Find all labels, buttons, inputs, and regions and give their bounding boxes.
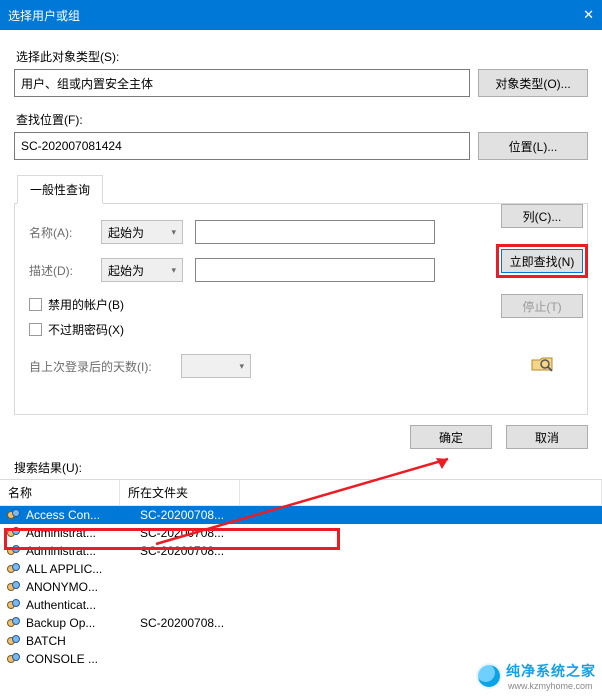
location-field: SC-202007081424 (14, 132, 470, 160)
name-op-select[interactable]: 起始为▾ (101, 220, 183, 244)
find-now-button[interactable]: 立即查找(N) (501, 249, 583, 273)
cell-name: Access Con... (24, 508, 138, 522)
location-label: 查找位置(F): (16, 111, 588, 128)
highlight-find-now: 立即查找(N) (496, 244, 588, 278)
user-group-icon (6, 562, 22, 576)
user-group-icon (6, 634, 22, 648)
cell-name: CONSOLE ... (24, 652, 138, 666)
table-row[interactable]: Backup Op...SC-20200708... (0, 614, 602, 632)
name-input[interactable] (195, 220, 435, 244)
user-group-icon (6, 508, 22, 522)
location-value: SC-202007081424 (21, 139, 122, 153)
checkbox-icon (29, 323, 42, 336)
col-spacer (240, 480, 602, 506)
chevron-down-icon: ▾ (239, 361, 244, 372)
desc-input[interactable] (195, 258, 435, 282)
cell-name: Backup Op... (24, 616, 138, 630)
days-label: 自上次登录后的天数(I): (29, 358, 169, 375)
table-row[interactable]: ANONYMO... (0, 578, 602, 596)
cell-name: ALL APPLIC... (24, 562, 138, 576)
header-row: 名称 所在文件夹 (0, 480, 602, 506)
table-row[interactable]: Authenticat... (0, 596, 602, 614)
chevron-down-icon: ▾ (171, 265, 176, 276)
stop-button[interactable]: 停止(T) (501, 294, 583, 318)
name-label: 名称(A): (29, 224, 89, 241)
ok-button[interactable]: 确定 (410, 425, 492, 449)
search-folder-icon (527, 352, 557, 376)
title-bar: 选择用户或组 ✕ (0, 0, 602, 30)
user-group-icon (6, 544, 22, 558)
desc-label: 描述(D): (29, 262, 89, 279)
no-expire-checkbox[interactable]: 不过期密码(X) (29, 321, 575, 338)
object-type-value: 用户、组或内置安全主体 (21, 75, 153, 92)
results-list: 名称 所在文件夹 Access Con...SC-20200708...Admi… (0, 479, 602, 668)
col-name[interactable]: 名称 (0, 480, 120, 506)
close-icon[interactable]: ✕ (564, 7, 594, 23)
cell-name: BATCH (24, 634, 138, 648)
cell-name: Authenticat... (24, 598, 138, 612)
table-row[interactable]: Administrat...SC-20200708... (0, 542, 602, 560)
table-row[interactable]: Administrat...SC-20200708... (0, 524, 602, 542)
cell-name: Administrat... (24, 526, 138, 540)
watermark-url: www.kzmyhome.com (508, 681, 596, 691)
cell-name: Administrat... (24, 544, 138, 558)
object-type-label: 选择此对象类型(S): (16, 48, 588, 65)
cell-folder: SC-20200708... (138, 544, 252, 558)
table-row[interactable]: Access Con...SC-20200708... (0, 506, 602, 524)
object-types-button[interactable]: 对象类型(O)... (478, 69, 588, 97)
window-title: 选择用户或组 (8, 7, 564, 24)
checkbox-icon (29, 298, 42, 311)
results-label: 搜索结果(U): (0, 459, 602, 476)
user-group-icon (6, 580, 22, 594)
watermark: 纯净系统之家 www.kzmyhome.com (478, 661, 596, 691)
user-group-icon (6, 652, 22, 666)
tab-general-query[interactable]: 一般性查询 (17, 175, 103, 204)
logo-icon (478, 665, 500, 687)
table-row[interactable]: BATCH (0, 632, 602, 650)
cell-folder: SC-20200708... (138, 508, 252, 522)
table-row[interactable]: ALL APPLIC... (0, 560, 602, 578)
user-group-icon (6, 616, 22, 630)
disabled-accounts-checkbox[interactable]: 禁用的帐户(B) (29, 296, 575, 313)
locations-button[interactable]: 位置(L)... (478, 132, 588, 160)
user-group-icon (6, 526, 22, 540)
desc-op-select[interactable]: 起始为▾ (101, 258, 183, 282)
days-select[interactable]: ▾ (181, 354, 251, 378)
chevron-down-icon: ▾ (171, 227, 176, 238)
col-folder[interactable]: 所在文件夹 (120, 480, 240, 506)
cell-name: ANONYMO... (24, 580, 138, 594)
columns-button[interactable]: 列(C)... (501, 204, 583, 228)
user-group-icon (6, 598, 22, 612)
cancel-button[interactable]: 取消 (506, 425, 588, 449)
object-type-field: 用户、组或内置安全主体 (14, 69, 470, 97)
cell-folder: SC-20200708... (138, 526, 252, 540)
cell-folder: SC-20200708... (138, 616, 252, 630)
watermark-brand: 纯净系统之家 (506, 661, 596, 681)
